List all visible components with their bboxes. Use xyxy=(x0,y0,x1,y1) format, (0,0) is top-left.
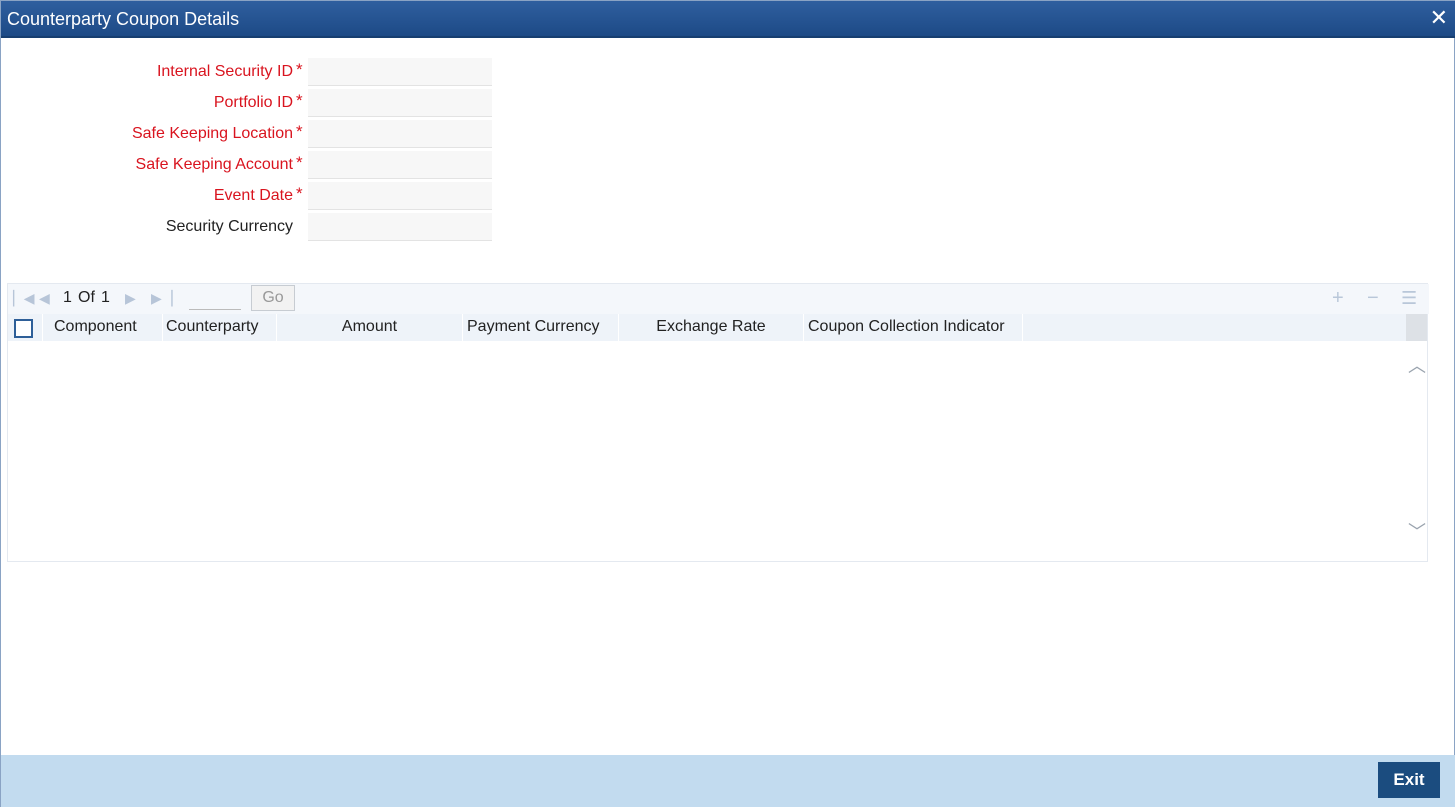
event-date-row: Event Date * xyxy=(1,182,501,210)
column-header-counterparty[interactable]: Counterparty xyxy=(163,314,277,341)
column-header-coupon-collection-indicator[interactable]: Coupon Collection Indicator xyxy=(804,314,1023,341)
select-all-checkbox[interactable] xyxy=(14,319,33,338)
security-currency-input[interactable] xyxy=(308,213,492,241)
internal-security-id-input[interactable] xyxy=(308,58,492,86)
safe-keeping-location-row: Safe Keeping Location * xyxy=(1,120,501,148)
grid-scrollbar[interactable]: ︿ ﹀ xyxy=(1406,314,1427,561)
previous-page-icon[interactable]: ◀ xyxy=(39,290,50,307)
required-marker: * xyxy=(296,60,303,79)
safe-keeping-account-row: Safe Keeping Account * xyxy=(1,151,501,179)
scrollbar-header xyxy=(1406,314,1427,341)
select-all-cell xyxy=(8,314,43,341)
of-label: Of xyxy=(78,289,95,306)
coupon-grid: ▏◀ ◀ 1 Of 1 ▶ ▶▕ Go + − ☰ Component Coun… xyxy=(7,283,1429,562)
grid-header: Component Counterparty Amount Payment Cu… xyxy=(8,314,1408,341)
required-marker: * xyxy=(296,184,303,203)
dialog-window: Counterparty Coupon Details ✕ Internal S… xyxy=(0,0,1455,807)
portfolio-id-row: Portfolio ID * xyxy=(1,89,501,117)
required-marker: * xyxy=(296,153,303,172)
minus-icon[interactable]: − xyxy=(1367,287,1379,310)
safe-keeping-location-label: Safe Keeping Location xyxy=(131,125,293,142)
first-page-icon[interactable]: ▏◀ xyxy=(13,290,35,307)
column-header-exchange-rate[interactable]: Exchange Rate xyxy=(619,314,804,341)
next-page-icon[interactable]: ▶ xyxy=(125,290,136,307)
internal-security-id-row: Internal Security ID * xyxy=(1,58,501,86)
event-date-input[interactable] xyxy=(308,182,492,210)
page-number-input[interactable] xyxy=(189,288,241,310)
column-header-component[interactable]: Component xyxy=(43,314,163,341)
security-currency-label: Security Currency xyxy=(165,218,293,235)
required-marker: * xyxy=(296,122,303,141)
dialog-footer: Exit xyxy=(1,755,1455,807)
column-header-payment-currency[interactable]: Payment Currency xyxy=(463,314,619,341)
dialog-title: Counterparty Coupon Details xyxy=(7,9,240,29)
scroll-down-icon[interactable]: ﹀ xyxy=(1408,523,1426,541)
safe-keeping-account-input[interactable] xyxy=(308,151,492,179)
internal-security-id-label: Internal Security ID xyxy=(156,63,293,80)
plus-icon[interactable]: + xyxy=(1332,287,1344,310)
column-header-amount[interactable]: Amount xyxy=(277,314,463,341)
exit-button[interactable]: Exit xyxy=(1378,762,1440,798)
grid-pager: ▏◀ ◀ 1 Of 1 ▶ ▶▕ Go + − ☰ xyxy=(8,284,1429,314)
current-page: 1 xyxy=(63,289,72,306)
title-bar: Counterparty Coupon Details ✕ xyxy=(1,1,1455,38)
event-date-label: Event Date xyxy=(213,187,293,204)
security-currency-row: Security Currency xyxy=(1,213,501,241)
required-marker: * xyxy=(296,91,303,110)
total-pages: 1 xyxy=(101,289,110,306)
last-page-icon[interactable]: ▶▕ xyxy=(151,290,173,307)
go-button[interactable]: Go xyxy=(251,285,295,311)
portfolio-id-label: Portfolio ID xyxy=(213,94,293,111)
scroll-up-icon[interactable]: ︿ xyxy=(1408,357,1426,375)
safe-keeping-location-input[interactable] xyxy=(308,120,492,148)
portfolio-id-input[interactable] xyxy=(308,89,492,117)
list-icon[interactable]: ☰ xyxy=(1401,288,1417,309)
safe-keeping-account-label: Safe Keeping Account xyxy=(135,156,293,173)
close-icon[interactable]: ✕ xyxy=(1430,7,1448,29)
